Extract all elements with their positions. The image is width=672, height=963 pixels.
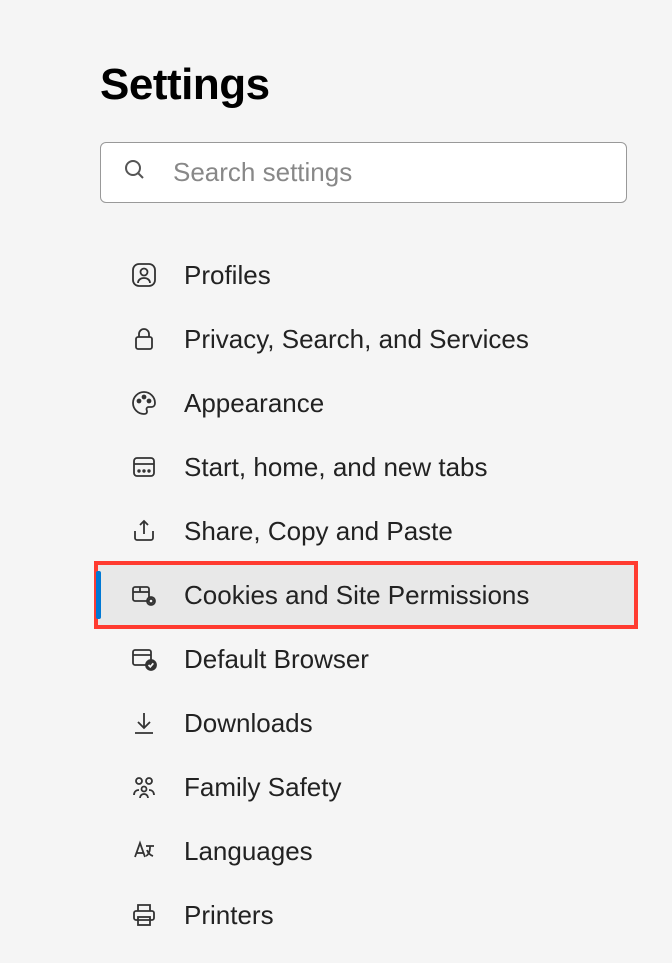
nav-item-cookies[interactable]: Cookies and Site Permissions: [96, 563, 636, 627]
nav-item-family[interactable]: Family Safety: [100, 755, 632, 819]
nav-label: Default Browser: [184, 644, 369, 675]
lock-icon: [128, 323, 160, 355]
nav-label: Appearance: [184, 388, 324, 419]
nav-label: Printers: [184, 900, 274, 931]
nav-item-printers[interactable]: Printers: [100, 883, 632, 947]
download-icon: [128, 707, 160, 739]
cookies-icon: [128, 579, 160, 611]
nav-label: Cookies and Site Permissions: [184, 580, 529, 611]
nav-item-profiles[interactable]: Profiles: [100, 243, 632, 307]
nav-item-appearance[interactable]: Appearance: [100, 371, 632, 435]
nav-label: Profiles: [184, 260, 271, 291]
window-icon: [128, 451, 160, 483]
nav-item-share[interactable]: Share, Copy and Paste: [100, 499, 632, 563]
settings-nav: Profiles Privacy, Search, and Services: [100, 243, 632, 947]
nav-label: Family Safety: [184, 772, 342, 803]
nav-label: Share, Copy and Paste: [184, 516, 453, 547]
share-icon: [128, 515, 160, 547]
nav-item-languages[interactable]: Languages: [100, 819, 632, 883]
printer-icon: [128, 899, 160, 931]
nav-label: Privacy, Search, and Services: [184, 324, 529, 355]
settings-panel: Settings Profiles: [0, 0, 672, 947]
nav-item-start[interactable]: Start, home, and new tabs: [100, 435, 632, 499]
search-box[interactable]: [100, 142, 627, 203]
nav-label: Downloads: [184, 708, 313, 739]
browser-check-icon: [128, 643, 160, 675]
nav-item-default-browser[interactable]: Default Browser: [100, 627, 632, 691]
nav-item-downloads[interactable]: Downloads: [100, 691, 632, 755]
family-icon: [128, 771, 160, 803]
nav-item-privacy[interactable]: Privacy, Search, and Services: [100, 307, 632, 371]
search-input[interactable]: [173, 157, 604, 188]
nav-label: Start, home, and new tabs: [184, 452, 488, 483]
page-title: Settings: [100, 60, 632, 110]
language-icon: [128, 835, 160, 867]
palette-icon: [128, 387, 160, 419]
search-icon: [123, 158, 147, 187]
nav-label: Languages: [184, 836, 313, 867]
profiles-icon: [128, 259, 160, 291]
